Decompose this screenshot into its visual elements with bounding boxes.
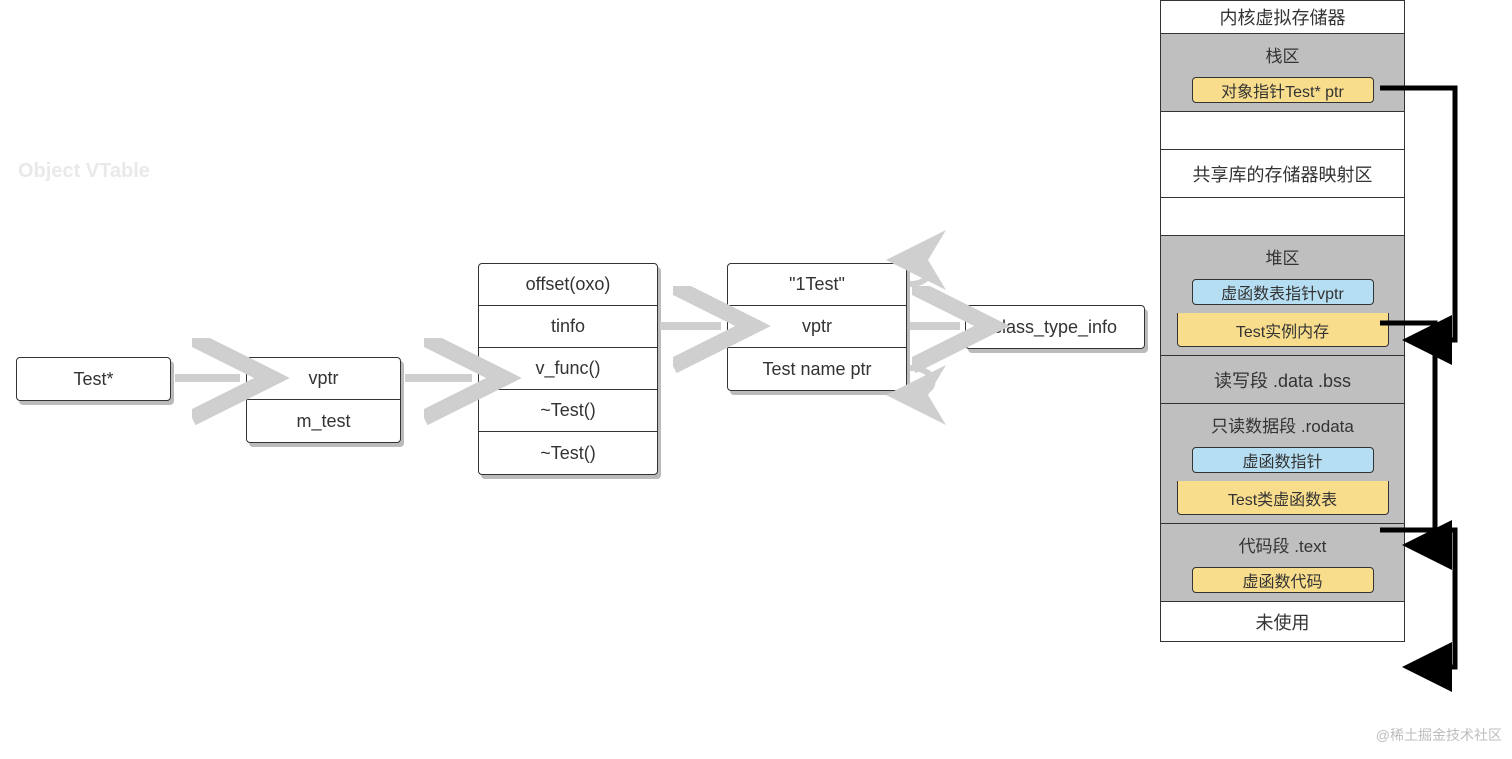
typeinfo-cell-name: "1Test"	[728, 264, 906, 306]
arrow-typeinfo-self-2	[910, 368, 933, 395]
mem-kernel-label: 内核虚拟存储器	[1220, 4, 1346, 30]
mem-data-seg: 读写段 .data .bss	[1160, 356, 1405, 404]
mem-rodata-vtable-pill: Test类虚函数表	[1177, 481, 1389, 515]
mem-heap-vptr-pill: 虚函数表指针vptr	[1192, 279, 1374, 305]
class-type-info-cell: class_type_info	[966, 306, 1144, 348]
mem-rodata-title: 只读数据段 .rodata	[1211, 412, 1354, 437]
vtable-cell-vfunc: v_func()	[479, 348, 657, 390]
mem-stack: 栈区 对象指针Test* ptr	[1160, 34, 1405, 112]
mem-stack-pill: 对象指针Test* ptr	[1192, 77, 1374, 103]
class-type-info-box: class_type_info	[965, 305, 1145, 349]
mem-gap-1	[1160, 112, 1405, 150]
mem-unused-label: 未使用	[1256, 609, 1310, 635]
mem-unused: 未使用	[1160, 602, 1405, 642]
mem-shared-label: 共享库的存储器映射区	[1193, 161, 1373, 187]
vtable-cell-dtor2: ~Test()	[479, 432, 657, 474]
mem-gap-2	[1160, 198, 1405, 236]
typeinfo-cell-vptr: vptr	[728, 306, 906, 348]
vtable-cell-dtor1: ~Test()	[479, 390, 657, 432]
mem-heap: 堆区 虚函数表指针vptr Test实例内存	[1160, 236, 1405, 356]
memory-layout: 内核虚拟存储器 栈区 对象指针Test* ptr 共享库的存储器映射区 堆区 虚…	[1160, 0, 1405, 642]
arrow-typeinfo-self-1	[910, 260, 929, 284]
pointer-cell: Test*	[17, 358, 170, 400]
mem-rodata-fnptr-pill: 虚函数指针	[1192, 447, 1374, 473]
mem-kernel: 内核虚拟存储器	[1160, 0, 1405, 34]
mem-text-title: 代码段 .text	[1239, 532, 1327, 557]
typeinfo-box: "1Test" vptr Test name ptr	[727, 263, 907, 391]
vtable-cell-tinfo: tinfo	[479, 306, 657, 348]
diagram-caption: Object VTable	[18, 160, 150, 183]
mem-stack-title: 栈区	[1266, 42, 1300, 67]
vtable-cell-offset: offset(oxo)	[479, 264, 657, 306]
mem-rodata: 只读数据段 .rodata 虚函数指针 Test类虚函数表	[1160, 404, 1405, 524]
pointer-box: Test*	[16, 357, 171, 401]
vtable-box: offset(oxo) tinfo v_func() ~Test() ~Test…	[478, 263, 658, 475]
mem-heap-title: 堆区	[1266, 244, 1300, 269]
object-cell-vptr: vptr	[247, 358, 400, 400]
mem-text-code-pill: 虚函数代码	[1192, 567, 1374, 593]
mem-text-seg: 代码段 .text 虚函数代码	[1160, 524, 1405, 602]
typeinfo-cell-nameptr: Test name ptr	[728, 348, 906, 390]
watermark: @稀土掘金技术社区	[1376, 725, 1502, 745]
mem-heap-instance-pill: Test实例内存	[1177, 313, 1389, 347]
mem-shared: 共享库的存储器映射区	[1160, 150, 1405, 198]
mem-data-seg-label: 读写段 .data .bss	[1214, 367, 1351, 393]
object-box: vptr m_test	[246, 357, 401, 443]
object-cell-mtest: m_test	[247, 400, 400, 442]
